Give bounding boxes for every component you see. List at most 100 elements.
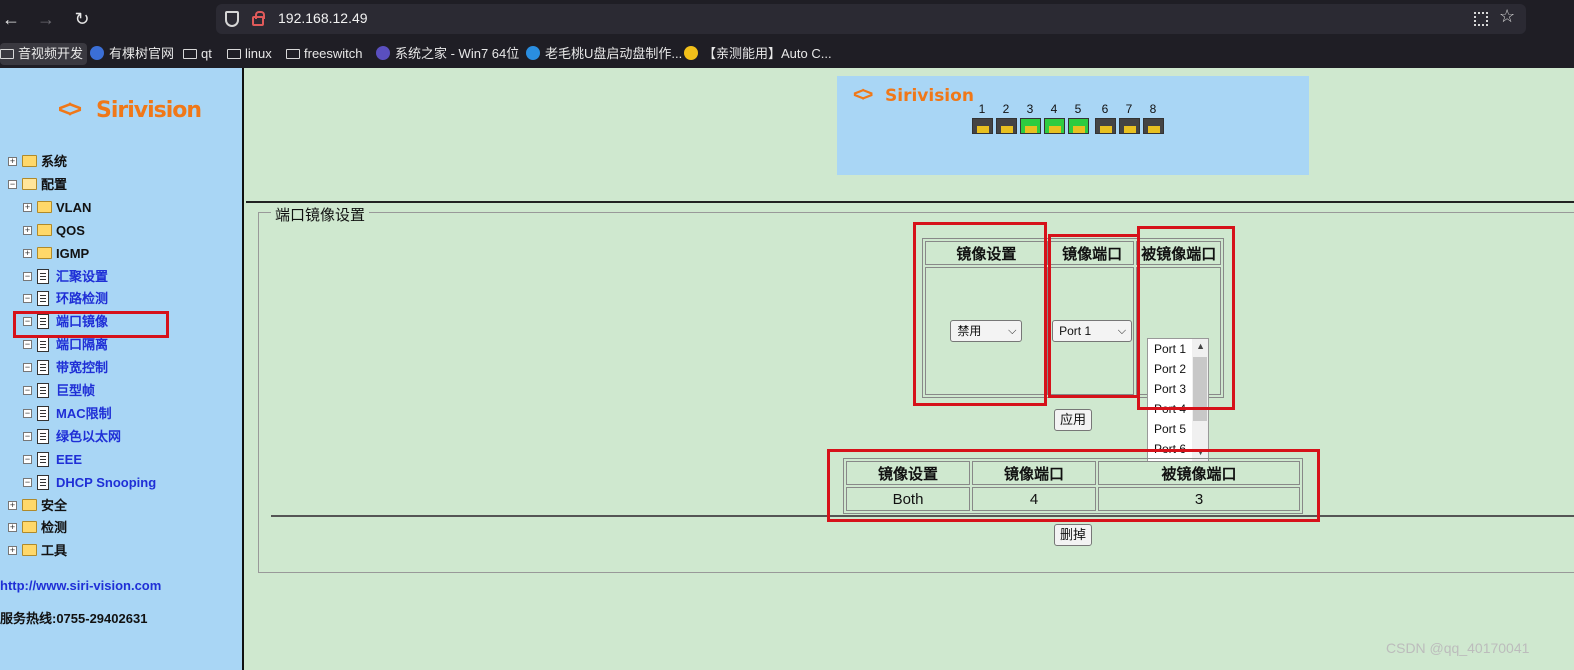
tree-item-label[interactable]: EEE [56,450,82,470]
folder-icon [22,498,37,511]
tree-item-label[interactable]: 系统 [41,152,67,172]
bookmark-folder[interactable]: qt [183,43,216,65]
reload-icon[interactable]: ↻ [71,8,93,30]
apply-button[interactable]: 应用 [1054,409,1092,431]
collapse-minus-icon[interactable]: − [23,408,32,418]
logo-mark-icon: <> [58,96,82,123]
expand-plus-icon[interactable]: + [23,202,32,212]
bookmark-label: 有棵树官网 [109,46,175,61]
port-number: 8 [1149,102,1157,116]
collapse-minus-icon[interactable]: − [23,271,32,281]
bookmark-link[interactable]: 系统之家 - Win7 64位 [376,43,523,65]
folder-icon [227,49,241,59]
tree-item-label[interactable]: DHCP Snooping [56,473,156,493]
ethernet-port-icon [1020,118,1041,134]
bookmark-folder[interactable]: freeswitch [286,43,367,65]
highlight-box [1137,226,1235,410]
tree-item-label[interactable]: 带宽控制 [56,358,108,378]
tree-item-label[interactable]: 巨型帧 [56,381,95,401]
address-bar[interactable]: 192.168.12.49 ☆ [216,4,1526,34]
tree-item-label[interactable]: 绿色以太网 [56,427,121,447]
port-indicator: 4 [1043,102,1065,134]
bookmark-folder[interactable]: linux [227,43,276,65]
shield-icon[interactable] [225,11,239,27]
document-icon [37,405,49,421]
expand-plus-icon[interactable]: + [8,546,17,556]
port-indicator: 3 [1019,102,1041,134]
port-number: 2 [1002,102,1010,116]
bookmark-link[interactable]: 【亲测能用】Auto C... [684,43,836,65]
expand-plus-icon[interactable]: + [23,225,32,235]
tree-item-label[interactable]: IGMP [56,244,89,264]
tree-item-label[interactable]: 端口隔离 [56,335,108,355]
ethernet-port-icon [1119,118,1140,134]
highlight-box [827,449,1320,522]
qr-code-icon[interactable] [1474,12,1488,26]
sidebar: <> Sirivision + 系统 − 配置 + VLAN + QOS + IGMP − 汇聚设置 −… [0,68,244,670]
tree-item-label[interactable]: 配置 [41,175,67,195]
bookmark-label: 老毛桃U盘启动盘制作... [545,46,683,61]
document-icon [37,268,49,284]
port-number: 3 [1026,102,1034,116]
collapse-minus-icon[interactable]: − [23,386,32,395]
site-favicon-icon [376,46,390,60]
expand-plus-icon[interactable]: + [8,157,17,166]
collapse-minus-icon[interactable]: − [23,431,32,441]
forward-arrow-icon[interactable]: → [35,8,57,30]
tree-item-label[interactable]: MAC限制 [56,404,112,424]
collapse-minus-icon[interactable]: − [23,454,32,464]
collapse-minus-icon[interactable]: − [23,340,32,350]
collapse-minus-icon[interactable]: − [23,363,32,373]
tree-item-label[interactable]: 环路检测 [56,289,108,309]
folder-icon [0,49,14,59]
port-number: 1 [978,102,986,116]
bookmark-star-icon[interactable]: ☆ [1499,6,1515,27]
hotline-text: 服务热线:0755-29402631 [0,611,148,626]
expand-plus-icon[interactable]: + [8,500,17,510]
ethernet-port-icon [996,118,1017,134]
port-indicator: 2 [995,102,1017,134]
expand-plus-icon[interactable]: + [23,248,32,258]
watermark-text: CSDN @qq_40170041 [1386,640,1530,656]
bookmark-folder[interactable]: 音视频开发 [0,43,88,65]
back-arrow-icon[interactable]: ← [0,8,22,30]
tree-item-label[interactable]: 检测 [41,518,67,538]
folder-icon [22,155,37,167]
url-text[interactable]: 192.168.12.49 [278,10,368,26]
tree-item-label[interactable]: 安全 [41,496,67,516]
browser-toolbar: ← → ↻ 192.168.12.49 ☆ [0,0,1574,39]
ethernet-port-icon [1044,118,1065,134]
bookmark-link[interactable]: 有棵树官网 [90,43,178,65]
divider [246,201,1574,203]
delete-button[interactable]: 删掉 [1054,524,1092,546]
folder-icon [22,544,37,557]
insecure-lock-icon[interactable] [252,11,265,26]
ethernet-port-icon [972,118,993,134]
highlight-box [13,311,169,338]
tree-item-label[interactable]: QOS [56,221,85,241]
bookmark-label: 音视频开发 [18,46,84,61]
tree-item-label[interactable]: 汇聚设置 [56,267,108,287]
collapse-minus-icon[interactable]: − [8,179,17,189]
site-favicon-icon [684,46,698,60]
site-favicon-icon [526,46,540,60]
document-icon [37,383,49,398]
port-indicator: 8 [1142,102,1164,134]
folder-icon [37,200,52,213]
port-number: 6 [1101,102,1109,116]
tree-item-label[interactable]: VLAN [56,198,91,218]
logo-text: Sirivision [885,86,974,106]
port-number: 7 [1125,102,1133,116]
document-icon [37,337,49,353]
expand-plus-icon[interactable]: + [8,523,17,533]
website-link[interactable]: http://www.siri-vision.com [0,578,161,593]
tree-item-label[interactable]: 工具 [41,541,67,561]
collapse-minus-icon[interactable]: − [23,294,32,304]
port-number: 4 [1050,102,1058,116]
folder-open-icon [22,177,37,190]
folder-icon [22,521,37,534]
collapse-minus-icon[interactable]: − [23,477,32,487]
bookmark-link[interactable]: 老毛桃U盘启动盘制作... [526,43,686,65]
document-icon [37,428,49,444]
port-indicator: 1 [971,102,993,134]
